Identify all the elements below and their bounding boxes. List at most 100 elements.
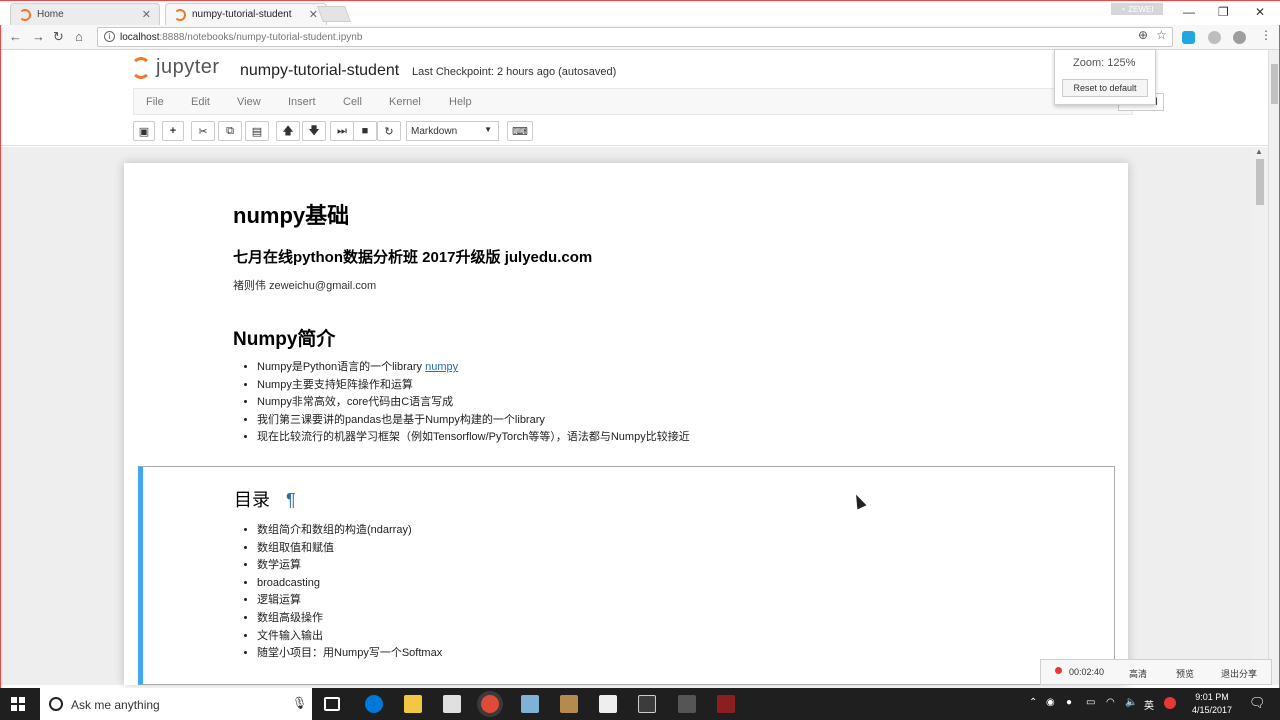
stop-icon: ■ — [361, 125, 369, 137]
notebook-area[interactable]: numpy基础 七月在线python数据分析班 2017升级版 julyedu.… — [0, 147, 1268, 685]
numpy-link[interactable]: numpy — [425, 361, 458, 373]
list-item: 数组高级操作 — [257, 610, 442, 628]
chrome-icon[interactable] — [481, 695, 499, 713]
interrupt-button[interactable]: ■ — [353, 121, 377, 141]
checkpoint-status: Last Checkpoint: 2 hours ago (autosaved) — [412, 66, 617, 78]
home-icon[interactable]: ⌂ — [75, 29, 83, 44]
list-item: 数组取值和赋值 — [257, 540, 442, 558]
arrow-up-icon: 🡅 — [282, 124, 294, 137]
cortana-search-input[interactable]: Ask me anything 🎙 — [40, 688, 312, 720]
microphone-icon[interactable]: 🎙 — [292, 696, 307, 710]
battery-icon[interactable]: ▭ — [1086, 697, 1095, 708]
menu-insert[interactable]: Insert — [288, 96, 316, 108]
reset-zoom-button[interactable]: Reset to default — [1062, 79, 1148, 97]
notebook-name[interactable]: numpy-tutorial-student — [240, 62, 399, 80]
url-input[interactable]: i localhost:8888/notebooks/numpy-tutoria… — [97, 27, 1173, 47]
edge-browser-icon[interactable] — [365, 695, 383, 713]
close-icon[interactable]: ✕ — [309, 8, 318, 21]
tab-home[interactable]: Home ✕ — [10, 3, 160, 25]
paste-button[interactable]: ▤ — [245, 121, 269, 141]
app-icon[interactable] — [521, 695, 539, 713]
list-item: Numpy主要支持矩阵操作和运算 — [257, 377, 690, 395]
app-icon[interactable] — [678, 695, 696, 713]
task-view-icon[interactable] — [324, 697, 340, 711]
restart-button[interactable]: ↻ — [377, 121, 401, 141]
notebook-title: numpy基础 — [233, 203, 350, 228]
preview-button[interactable]: 预览 — [1176, 667, 1194, 680]
move-up-button[interactable]: 🡅 — [276, 121, 300, 141]
copy-button[interactable]: ⧉ — [218, 121, 242, 141]
windows-start-icon[interactable] — [11, 697, 25, 711]
save-button[interactable]: ▣ — [133, 121, 155, 141]
zoom-icon[interactable]: ⊕ — [1138, 28, 1148, 42]
scroll-thumb[interactable] — [1256, 159, 1264, 205]
app-icon[interactable] — [560, 695, 578, 713]
reload-icon[interactable]: ↻ — [53, 29, 64, 45]
app-icon[interactable] — [717, 695, 735, 713]
extension-icon[interactable] — [1208, 31, 1221, 44]
anchor-link[interactable]: ¶ — [286, 490, 296, 510]
action-center-icon[interactable]: 🗨 — [1249, 695, 1266, 711]
back-icon[interactable]: ← — [9, 29, 22, 44]
extension-icon[interactable] — [1233, 31, 1246, 44]
menu-cell[interactable]: Cell — [343, 96, 362, 108]
jupyter-logo[interactable]: jupyter — [131, 56, 220, 79]
url-path: :8888/notebooks/numpy-tutorial-student.i… — [159, 31, 363, 43]
notebook-scrollbar[interactable]: ▲ — [1252, 147, 1268, 685]
exit-share-button[interactable]: 退出分享 — [1221, 667, 1257, 680]
command-palette-button[interactable]: ⌨ — [507, 121, 533, 141]
file-explorer-icon[interactable] — [404, 695, 422, 713]
close-icon[interactable]: ✕ — [142, 8, 151, 21]
quality-button[interactable]: 高清 — [1129, 667, 1147, 680]
terminal-icon[interactable] — [638, 695, 656, 713]
windows-taskbar: Ask me anything 🎙 ⌃ ◉ ● ▭ ◠ 🔈 英 9:01 PM … — [0, 688, 1280, 720]
selected-markdown-cell[interactable]: 目录¶ 数组简介和数组的构造(ndarray) 数组取值和赋值 数学运算 bro… — [138, 466, 1115, 685]
new-tab-button[interactable] — [317, 6, 351, 22]
close-window-icon[interactable]: ✕ — [1255, 5, 1265, 19]
user-profile-badge[interactable]: ◔ ZEWEI — [1111, 3, 1163, 15]
info-icon[interactable]: i — [104, 31, 115, 42]
ime-indicator[interactable]: 英 — [1144, 697, 1154, 712]
system-clock[interactable]: 9:01 PM 4/15/2017 — [1183, 691, 1241, 717]
menu-help[interactable]: Help — [449, 96, 472, 108]
volume-icon[interactable]: 🔈 — [1125, 697, 1137, 708]
bookmark-star-icon[interactable]: ☆ — [1156, 28, 1167, 42]
list-item: 逻辑运算 — [257, 592, 442, 610]
tab-notebook[interactable]: numpy-tutorial-student ✕ — [165, 3, 327, 25]
scroll-up-icon[interactable]: ▲ — [1255, 147, 1263, 156]
jupyter-logo-icon — [131, 56, 151, 79]
menu-kebab-icon[interactable]: ⋮ — [1260, 28, 1272, 42]
menu-file[interactable]: File — [146, 96, 164, 108]
wifi-icon[interactable]: ◠ — [1106, 697, 1115, 708]
insert-cell-button[interactable]: + — [162, 121, 184, 141]
list-item: 数学运算 — [257, 557, 442, 575]
cut-button[interactable]: ✂ — [191, 121, 215, 141]
move-down-button[interactable]: 🡇 — [302, 121, 326, 141]
tray-icon[interactable]: ● — [1066, 697, 1072, 708]
tray-icon[interactable]: ◉ — [1046, 697, 1055, 708]
sogou-input-icon[interactable] — [1164, 697, 1176, 709]
tray-chevron-icon[interactable]: ⌃ — [1029, 697, 1037, 708]
store-icon[interactable] — [443, 695, 461, 713]
restore-icon[interactable]: ❐ — [1218, 5, 1229, 19]
jupyter-favicon-icon — [19, 8, 31, 21]
minimize-icon[interactable]: — — [1183, 5, 1195, 19]
cortana-icon — [49, 697, 63, 711]
menu-view[interactable]: View — [237, 96, 261, 108]
menu-edit[interactable]: Edit — [191, 96, 210, 108]
skype-extension-icon[interactable] — [1182, 31, 1195, 44]
list-item: 现在比较流行的机器学习框架（例如Tensorflow/PyTorch等等），语法… — [257, 429, 690, 447]
scissors-icon: ✂ — [198, 125, 208, 138]
cell-type-select[interactable]: Markdown ▼ — [406, 121, 499, 141]
scroll-thumb[interactable] — [1271, 64, 1278, 104]
mail-icon[interactable] — [599, 695, 617, 713]
list-item: 我们第三课要讲的pandas也是基于Numpy构建的一个library — [257, 412, 690, 430]
notebook-page: numpy基础 七月在线python数据分析班 2017升级版 julyedu.… — [124, 163, 1128, 685]
save-icon: ▣ — [138, 125, 150, 138]
list-item: 数组简介和数组的构造(ndarray) — [257, 522, 442, 540]
forward-icon[interactable]: → — [32, 29, 45, 44]
list-item: Numpy是Python语言的一个library numpy — [257, 359, 690, 377]
menu-kernel[interactable]: Kernel — [389, 96, 421, 108]
intro-heading: Numpy简介 — [233, 329, 336, 350]
run-button[interactable]: ⏭ — [330, 121, 354, 141]
